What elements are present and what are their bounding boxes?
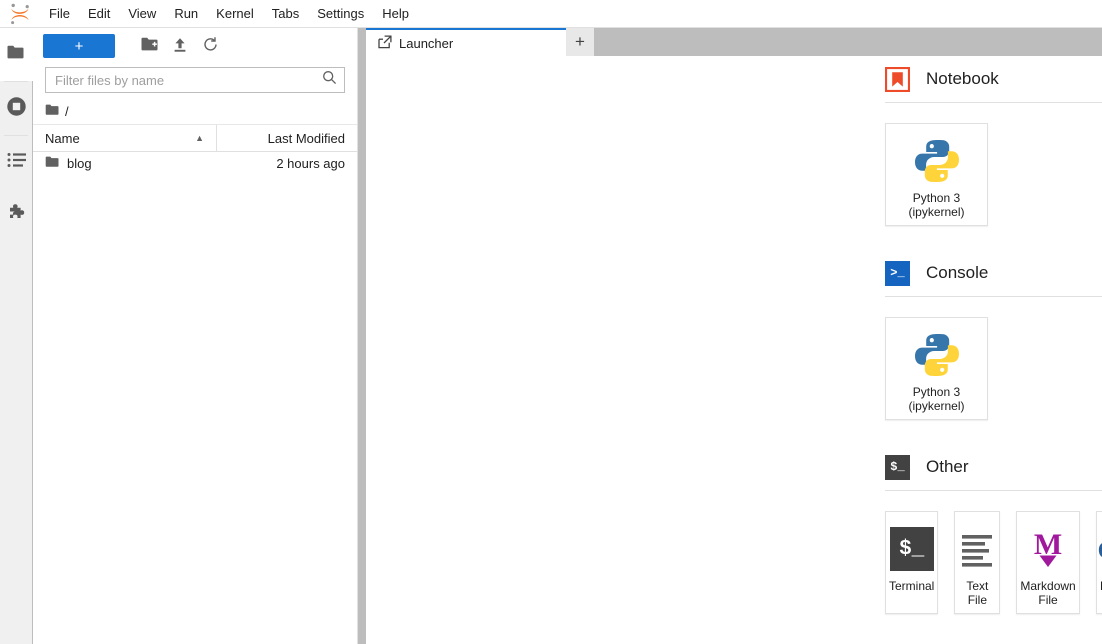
breadcrumb-path[interactable]: /: [65, 104, 69, 119]
search-icon: [322, 70, 337, 90]
menu-item-settings[interactable]: Settings: [308, 3, 373, 25]
launcher-section-header: Notebook: [366, 56, 1102, 102]
refresh-icon: [202, 36, 219, 56]
launcher-card-terminal[interactable]: $_ Terminal: [885, 511, 939, 614]
python-file-icon: [1097, 523, 1102, 575]
table-row[interactable]: blog 2 hours ago: [33, 152, 357, 175]
markdown-icon: M: [1026, 523, 1070, 575]
launcher-section-title: Notebook: [926, 69, 999, 88]
launcher-card-row: Python 3 (ipykernel): [366, 297, 1102, 420]
menu-item-kernel[interactable]: Kernel: [207, 3, 263, 25]
folder-icon[interactable]: [45, 103, 60, 121]
console-icon: >_: [885, 260, 910, 286]
sidebar-item-running-terminals[interactable]: [0, 82, 33, 135]
new-launcher-button[interactable]: +: [43, 34, 115, 58]
panel-splitter-handle[interactable]: [358, 28, 366, 644]
tab-launcher[interactable]: Launcher: [366, 28, 566, 56]
menu-item-file[interactable]: File: [40, 3, 79, 25]
file-list-header: Name ▲ Last Modified: [33, 125, 357, 152]
launcher-section-title: Console: [926, 263, 989, 282]
refresh-file-list-button[interactable]: [195, 34, 225, 58]
menu-item-run[interactable]: Run: [165, 3, 207, 25]
menu-bar: File Edit View Run Kernel Tabs Settings …: [0, 0, 1102, 28]
column-header-last-modified-label: Last Modified: [267, 130, 345, 146]
launcher-section-header: $_ Other: [366, 444, 1102, 490]
notebook-icon: [885, 66, 910, 92]
console-prompt-glyph: >_: [885, 260, 910, 286]
jupyterlab-window: File Edit View Run Kernel Tabs Settings …: [0, 0, 1102, 644]
sidebar-item-table-of-contents[interactable]: [0, 136, 33, 189]
tab-launcher-label: Launcher: [399, 35, 454, 51]
launcher-card-label: Python File: [1097, 579, 1102, 607]
text-file-icon: [955, 523, 999, 575]
file-browser-toolbar: +: [33, 28, 357, 62]
launcher-icon: [378, 34, 392, 52]
new-folder-button[interactable]: [135, 34, 165, 58]
column-header-last-modified[interactable]: Last Modified: [217, 125, 357, 151]
launcher-section-title: Other: [926, 457, 969, 476]
python-logo-icon: [913, 329, 961, 381]
column-header-name-label: Name: [45, 130, 80, 146]
upload-files-button[interactable]: [165, 34, 195, 58]
label-line-1: Python 3: [912, 191, 961, 205]
file-row-name: blog: [67, 156, 92, 171]
python-logo-icon: [913, 135, 961, 187]
filter-row: [33, 62, 357, 99]
search-input[interactable]: [55, 72, 322, 88]
filter-files-box[interactable]: [45, 67, 345, 93]
launcher-card-label: Markdown File: [1020, 579, 1076, 607]
menu-item-tabs[interactable]: Tabs: [263, 3, 308, 25]
launcher-card-label: Python 3 (ipykernel): [905, 191, 967, 219]
label-line-2: (ipykernel): [908, 205, 965, 219]
menu-item-edit[interactable]: Edit: [79, 3, 119, 25]
terminal-prompt-glyph: $_: [889, 527, 934, 571]
new-tab-button[interactable]: +: [566, 28, 594, 56]
label-line-2: (ipykernel): [908, 399, 965, 413]
list-icon: [7, 152, 27, 173]
launcher-section-header: >_ Console: [366, 250, 1102, 296]
launcher-card-text-file[interactable]: Text File: [954, 511, 1001, 614]
file-row-name-cell: blog: [33, 156, 217, 171]
launcher-section-other: $_ Other $_ Terminal Text File M Markdow…: [366, 444, 1102, 614]
launcher-section-notebook: Notebook Python 3 (ipykernel): [366, 56, 1102, 226]
upload-icon: [172, 37, 188, 56]
launcher-card-row: $_ Terminal Text File M Markdown File: [366, 491, 1102, 614]
launcher-card-python-file[interactable]: Python File: [1095, 511, 1102, 614]
breadcrumb: /: [33, 99, 357, 125]
launcher-section-console: >_ Console Python 3 (ipykernel): [366, 250, 1102, 420]
sort-ascending-icon: ▲: [195, 133, 204, 143]
launcher-card-console-python3[interactable]: Python 3 (ipykernel): [885, 317, 988, 420]
tab-bar: Launcher +: [366, 28, 1102, 56]
menu-item-list: File Edit View Run Kernel Tabs Settings …: [40, 3, 418, 25]
menu-item-help[interactable]: Help: [373, 3, 418, 25]
running-icon: [6, 96, 27, 122]
menu-item-view[interactable]: View: [119, 3, 165, 25]
terminal-icon: $_: [889, 523, 934, 575]
terminal-prompt-glyph: $_: [885, 454, 910, 480]
launcher-card-label: Python 3 (ipykernel): [905, 385, 967, 413]
folder-icon: [45, 156, 60, 171]
launcher-panel: Notebook Python 3 (ipykernel) >_ Console…: [366, 56, 1102, 644]
launcher-card-markdown-file[interactable]: M Markdown File: [1016, 511, 1080, 614]
sidebar-item-extension-manager[interactable]: [0, 189, 33, 242]
launcher-card-label: Text File: [966, 579, 989, 607]
workspace: + Filter files by name / Name ▲ Last Mod…: [0, 28, 1102, 644]
left-activity-bar: [0, 28, 33, 644]
launcher-card-notebook-python3[interactable]: Python 3 (ipykernel): [885, 123, 988, 226]
terminal-icon: $_: [885, 454, 910, 480]
puzzle-icon: [7, 203, 27, 228]
sidebar-item-file-browser[interactable]: [0, 28, 33, 81]
new-folder-icon: [141, 37, 159, 55]
label-line-1: Python 3: [912, 385, 961, 399]
launcher-card-label: Terminal: [889, 579, 935, 593]
column-header-name[interactable]: Name ▲: [33, 125, 217, 151]
file-browser-panel: + Filter files by name / Name ▲ Last Mod…: [33, 28, 358, 644]
folder-icon: [7, 45, 25, 65]
launcher-card-row: Python 3 (ipykernel): [366, 103, 1102, 226]
main-dock-area: Launcher + Notebook Python 3 (ipykernel)…: [366, 28, 1102, 644]
jupyter-logo-icon: [6, 1, 34, 27]
file-row-last-modified: 2 hours ago: [276, 156, 345, 171]
